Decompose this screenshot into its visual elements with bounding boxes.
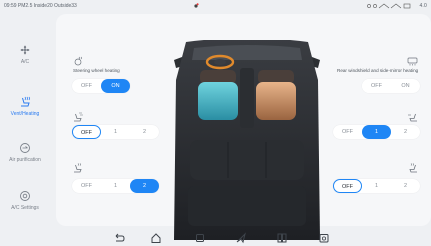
sidebar-item-label: Air purification	[9, 157, 41, 163]
pm25-readout: PM2.5 Inside20 Outside33	[17, 3, 77, 9]
settings-icon	[20, 191, 30, 201]
rear-windshield-off[interactable]: OFF	[362, 79, 391, 93]
passenger-heat-level-1[interactable]: 1	[362, 179, 391, 193]
passenger-seat-vent-selector[interactable]: OFF 1 2	[333, 125, 420, 139]
steering-heat-label: Steering wheel heating	[73, 68, 120, 73]
driver-seat-heat-selector[interactable]: OFF 1 2	[72, 179, 159, 193]
sidebar-item-vent-heating[interactable]: Vent/Heating	[0, 96, 50, 132]
status-icons	[366, 3, 411, 8]
driver-seat-vent-icon	[74, 112, 83, 122]
passenger-heat-off[interactable]: OFF	[333, 179, 362, 193]
navigation-icon[interactable]	[235, 232, 247, 244]
driver-heat-off[interactable]: OFF	[72, 179, 101, 193]
driver-heat-level-2[interactable]: 2	[130, 179, 159, 193]
status-right: 4.0	[366, 0, 427, 12]
driver-vent-level-1[interactable]: 1	[101, 125, 130, 139]
back-icon[interactable]	[113, 232, 125, 244]
nav-bar	[0, 230, 431, 246]
air-purification-icon	[20, 143, 30, 153]
rear-windshield-label: Rear windshield and side-mirror heating	[337, 68, 419, 73]
status-bar: 09:59 PM2.5 Inside20 Outside33 4.0	[0, 0, 431, 12]
passenger-vent-level-1[interactable]: 1	[362, 125, 391, 139]
status-left: 09:59 PM2.5 Inside20 Outside33	[4, 0, 77, 12]
sidebar-item-air-purification[interactable]: Air purification	[0, 142, 50, 178]
recent-apps-icon[interactable]	[194, 232, 206, 244]
passenger-heat-level-2[interactable]: 2	[391, 179, 420, 193]
steering-heat-off[interactable]: OFF	[72, 79, 101, 93]
passenger-seat-heat-selector[interactable]: OFF 1 2	[333, 179, 420, 193]
passenger-seat-heat-icon	[409, 163, 417, 173]
steering-heat-toggle[interactable]: OFF ON	[72, 79, 130, 93]
passenger-vent-level-2[interactable]: 2	[391, 125, 420, 139]
driver-vent-off[interactable]: OFF	[72, 125, 101, 139]
fan-icon	[20, 45, 30, 55]
steering-heat-icon	[74, 56, 82, 66]
rear-windshield-icon	[407, 57, 418, 66]
sidebar: A/C Vent/Heating Air purification A/C Se…	[0, 36, 50, 226]
home-icon[interactable]	[150, 232, 162, 244]
sidebar-item-ac[interactable]: A/C	[0, 44, 50, 80]
driver-seat-heat-icon	[74, 163, 82, 173]
signal-label: 4.0	[419, 3, 427, 9]
sidebar-item-label: A/C	[20, 59, 30, 65]
car-top-view	[174, 40, 320, 240]
rear-windshield-toggle[interactable]: OFF ON	[362, 79, 420, 93]
notification-icon	[194, 3, 199, 8]
rear-windshield-on[interactable]: ON	[391, 79, 420, 93]
seat-heating-icon	[21, 96, 30, 107]
sidebar-item-ac-settings[interactable]: A/C Settings	[0, 190, 50, 226]
climate-icon[interactable]	[318, 232, 330, 244]
split-screen-icon[interactable]	[276, 232, 288, 244]
driver-seat-vent-selector[interactable]: OFF 1 2	[72, 125, 159, 139]
passenger-seat-vent-icon	[408, 113, 417, 122]
driver-heat-level-1[interactable]: 1	[101, 179, 130, 193]
steering-heat-on[interactable]: ON	[101, 79, 130, 93]
clock: 09:59	[4, 3, 17, 9]
sidebar-item-label: A/C Settings	[11, 205, 39, 211]
passenger-vent-off[interactable]: OFF	[333, 125, 362, 139]
sidebar-item-label: Vent/Heating	[10, 111, 40, 117]
driver-vent-level-2[interactable]: 2	[130, 125, 159, 139]
